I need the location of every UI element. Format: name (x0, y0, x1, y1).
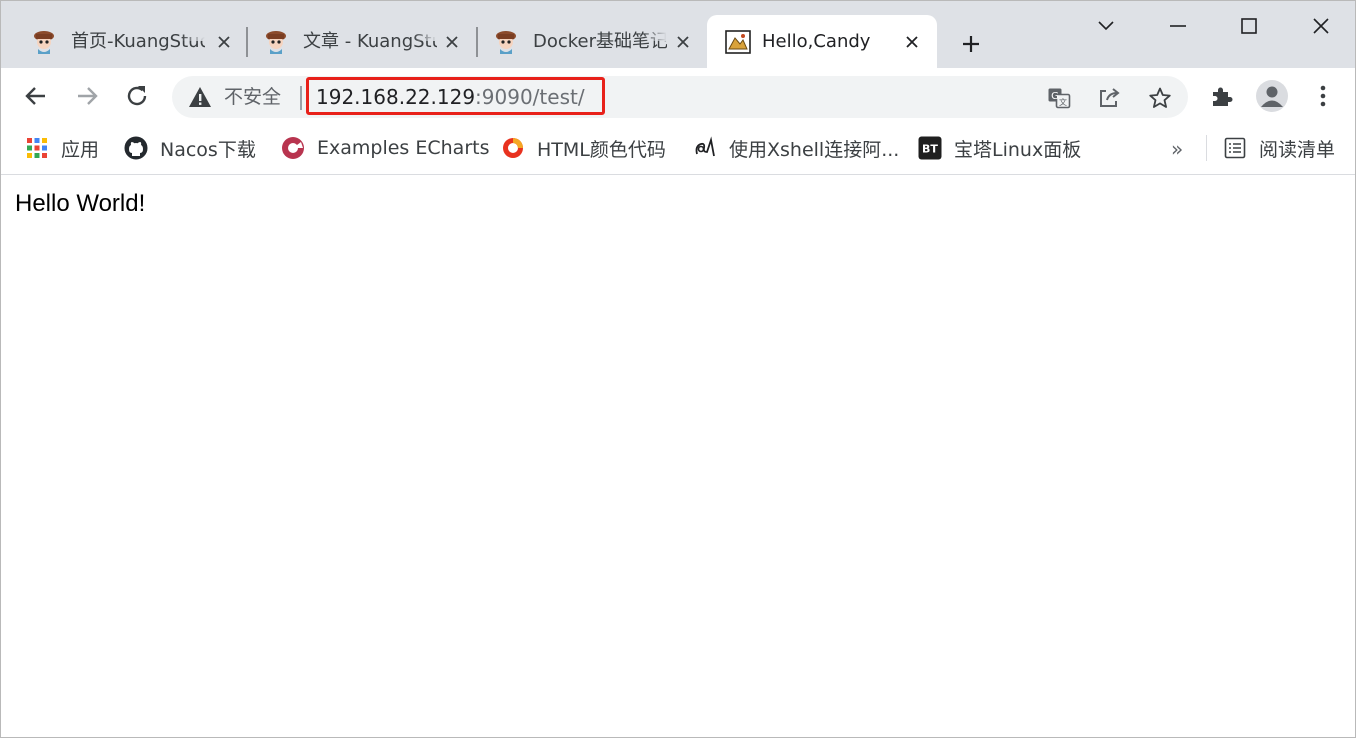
bookmark-html-colors[interactable]: HTML颜色代码 (501, 134, 666, 162)
browser-toolbar: 不安全 192.168.22.129:9090/test/ G 文 (1, 68, 1355, 125)
page-content: Hello World! (1, 176, 1355, 737)
warning-icon[interactable] (188, 86, 212, 108)
address-bar[interactable]: 不安全 192.168.22.129:9090/test/ G 文 (172, 76, 1188, 118)
url-path: :9090/test/ (475, 85, 585, 109)
translate-icon[interactable]: G 文 (1046, 85, 1072, 111)
bookmark-label: Examples ECharts (317, 137, 490, 159)
bookmark-bt-panel[interactable]: BT 宝塔Linux面板 (918, 134, 1081, 162)
bookmark-label: 使用Xshell连接阿... (729, 138, 900, 161)
tab-close-icon[interactable] (671, 30, 695, 54)
menu-button[interactable] (1308, 81, 1338, 111)
bookmark-echarts[interactable]: Examples ECharts (281, 134, 489, 162)
arrow-right-icon (78, 87, 98, 105)
anime-avatar-icon (493, 29, 519, 55)
puzzle-icon (1213, 87, 1233, 106)
security-label[interactable]: 不安全 (224, 84, 281, 110)
url-host: 192.168.22.129 (316, 85, 476, 109)
bookmarks-divider (1206, 135, 1207, 161)
svg-text:BT: BT (922, 143, 938, 156)
bt-panel-icon: BT (918, 136, 942, 160)
new-tab-button[interactable] (956, 29, 986, 59)
tab-close-icon[interactable] (900, 30, 924, 54)
maximize-button[interactable] (1234, 11, 1264, 41)
browser-window: 首页-KuangStudy 文章 - KuangStudy (0, 0, 1356, 738)
bookmarks-bar: 应用 Nacos下载 Examples ECharts HTML颜色代码 使用X… (1, 125, 1355, 175)
bookmark-label: 宝塔Linux面板 (954, 138, 1082, 161)
plus-icon (963, 36, 979, 52)
back-button[interactable] (21, 81, 51, 111)
tab-article[interactable]: 文章 - KuangStudy (233, 15, 465, 68)
apps-grid-icon (25, 136, 49, 160)
reload-button[interactable] (122, 81, 152, 111)
svg-text:G: G (1051, 91, 1059, 102)
person-icon (1261, 86, 1283, 107)
profile-avatar-button[interactable] (1256, 80, 1288, 112)
reading-list-label: 阅读清单 (1259, 138, 1336, 161)
share-icon[interactable] (1096, 85, 1122, 111)
candy-image-icon (725, 29, 751, 55)
tab-title: Hello,Candy (762, 31, 871, 52)
tab-close-icon[interactable] (440, 30, 464, 54)
color-wheel-icon (501, 136, 525, 160)
reading-list-button[interactable]: 阅读清单 (1223, 134, 1335, 162)
anime-avatar-icon (263, 29, 289, 55)
reload-icon (127, 86, 147, 106)
echarts-icon (281, 136, 305, 160)
bookmark-nacos[interactable]: Nacos下载 (124, 134, 256, 162)
minimize-icon (1170, 25, 1186, 27)
omnibox-divider (300, 86, 302, 110)
tab-title-fade (413, 15, 437, 41)
close-window-button[interactable] (1306, 11, 1336, 41)
tab-docker-notes[interactable]: Docker基础笔记 (463, 15, 703, 68)
chevron-down-icon (1098, 21, 1114, 31)
page-body-text: Hello World! (15, 190, 146, 217)
bookmark-apps[interactable]: 应用 (25, 134, 99, 162)
bookmarks-overflow-button[interactable]: » (1171, 137, 1183, 161)
tab-search-button[interactable] (1091, 11, 1121, 41)
bookmark-star-icon[interactable] (1147, 85, 1173, 111)
tab-kuangstudy-home[interactable]: 首页-KuangStudy (1, 15, 233, 68)
url-text[interactable]: 192.168.22.129:9090/test/ (316, 84, 585, 110)
arrow-left-icon (25, 87, 45, 105)
forward-button[interactable] (72, 81, 102, 111)
minimize-button[interactable] (1163, 11, 1193, 41)
anime-avatar-icon (31, 29, 57, 55)
svg-text:文: 文 (1059, 97, 1067, 107)
tab-hello-candy[interactable]: Hello,Candy (707, 15, 937, 68)
tab-strip: 首页-KuangStudy 文章 - KuangStudy (1, 1, 1355, 68)
maximize-icon (1241, 18, 1257, 34)
reading-list-icon (1223, 136, 1247, 160)
bookmark-label: HTML颜色代码 (537, 138, 666, 161)
bookmark-label: 应用 (61, 138, 100, 161)
tab-title-fade (643, 15, 667, 41)
github-icon (124, 136, 148, 160)
xshell-icon (693, 136, 717, 160)
extensions-button[interactable] (1207, 81, 1237, 111)
tab-title-fade (181, 15, 205, 41)
bookmark-label: Nacos下载 (160, 138, 256, 161)
bookmark-xshell[interactable]: 使用Xshell连接阿... (693, 134, 899, 162)
kebab-menu-icon (1320, 85, 1326, 107)
close-icon (1313, 18, 1329, 34)
